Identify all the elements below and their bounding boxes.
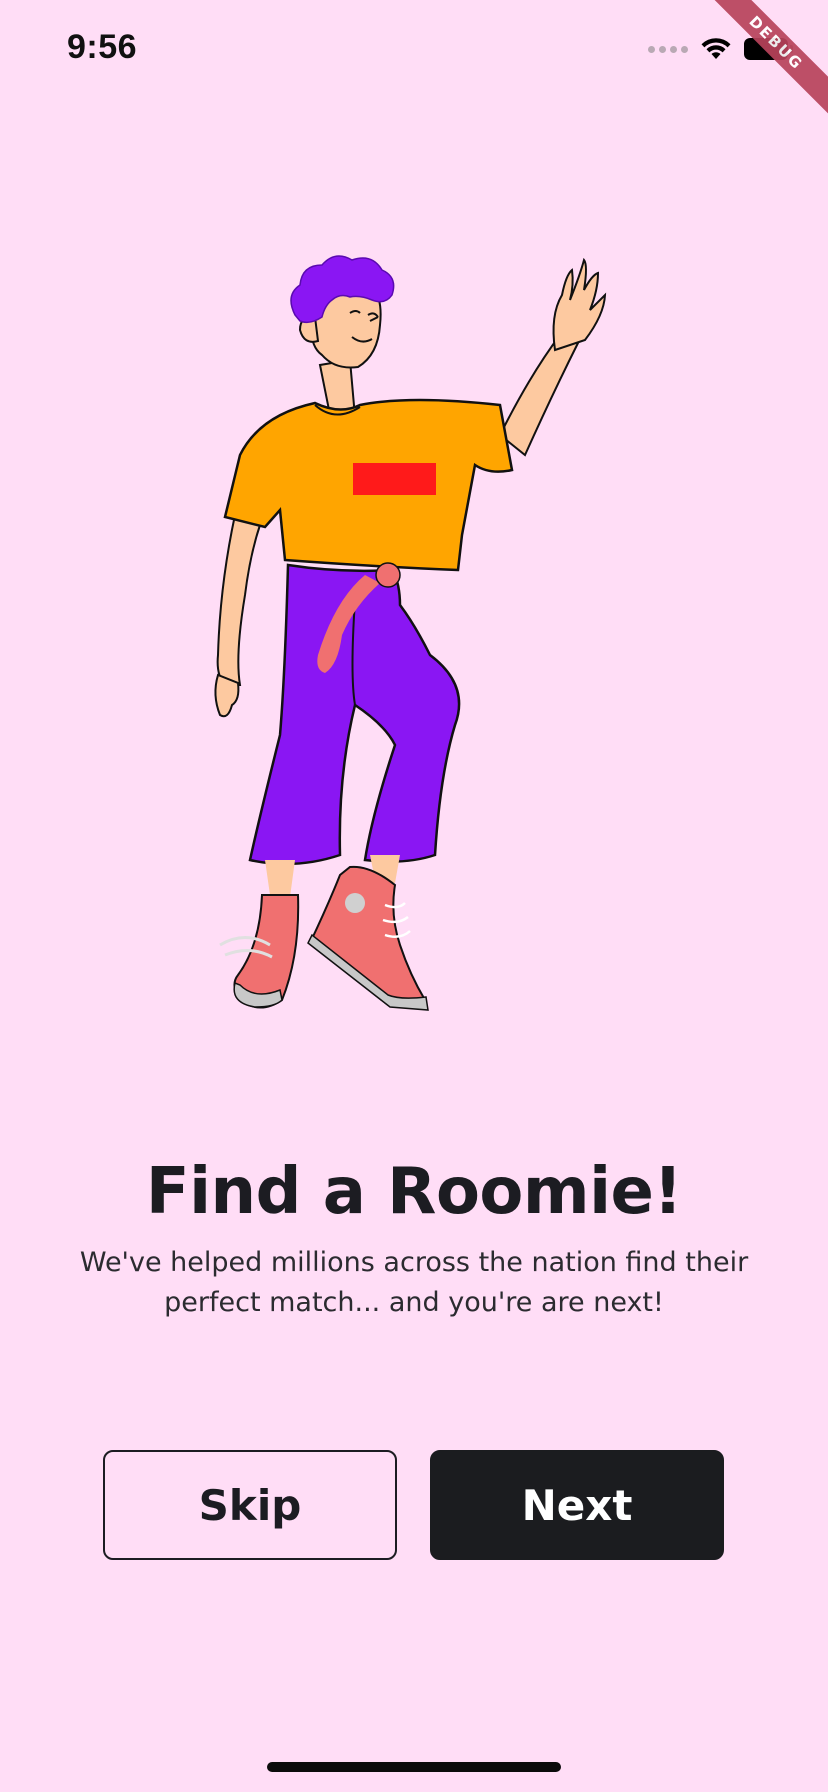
- signal-dots-icon: [648, 45, 688, 53]
- onboarding-title: Find a Roomie!: [145, 1155, 683, 1229]
- home-indicator[interactable]: [267, 1762, 561, 1772]
- status-time: 9:56: [67, 28, 138, 66]
- skip-button[interactable]: Skip: [103, 1450, 397, 1560]
- status-bar: 9:56: [0, 0, 828, 100]
- wifi-icon: [701, 38, 731, 59]
- next-button[interactable]: Next: [430, 1450, 724, 1560]
- onboarding-screen: 9:56 DEBUG Find a Roomie! We've helped m…: [0, 0, 828, 1792]
- waving-person-illustration: [214, 255, 607, 1011]
- onboarding-subtitle: We've helped millions across the nation …: [79, 1247, 749, 1318]
